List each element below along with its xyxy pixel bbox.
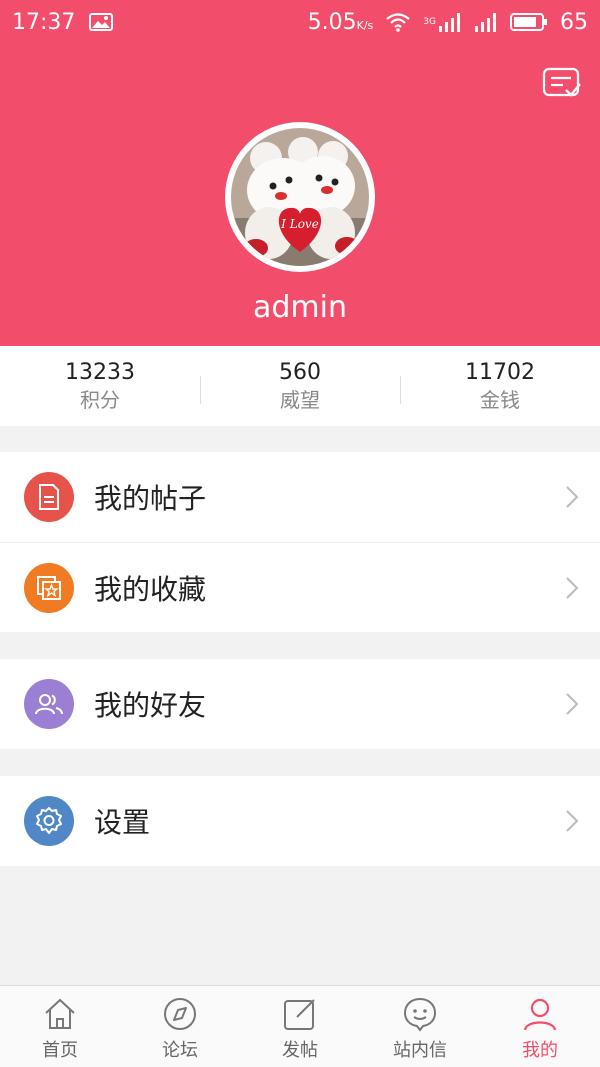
stat-value: 13233 bbox=[65, 360, 135, 385]
menu-label: 我的帖子 bbox=[94, 482, 207, 515]
chevron-right-icon bbox=[566, 693, 579, 715]
stats-bar: 13233 积分 560 威望 11702 金钱 bbox=[0, 346, 600, 426]
status-time: 17:37 bbox=[12, 9, 76, 35]
tab-forum[interactable]: 论坛 bbox=[120, 986, 240, 1067]
smiley-icon bbox=[403, 997, 437, 1032]
menu-item-my-favorites[interactable]: 我的收藏 bbox=[0, 542, 600, 632]
battery-icon bbox=[510, 12, 548, 32]
chevron-right-icon bbox=[566, 577, 579, 599]
tab-label: 首页 bbox=[42, 1040, 78, 1061]
stat-points[interactable]: 13233 积分 bbox=[0, 346, 200, 426]
sign-in-icon[interactable] bbox=[542, 66, 582, 102]
document-icon bbox=[24, 472, 74, 522]
tab-new-post[interactable]: 发帖 bbox=[240, 986, 360, 1067]
person-icon bbox=[523, 998, 557, 1031]
network-speed: 5.05K/s bbox=[307, 9, 374, 35]
wifi-icon bbox=[385, 12, 411, 32]
stat-money[interactable]: 11702 金钱 bbox=[400, 346, 600, 426]
image-notification-icon bbox=[89, 12, 114, 32]
menu-label: 我的收藏 bbox=[94, 572, 207, 606]
tab-messages[interactable]: 站内信 bbox=[360, 986, 480, 1067]
tab-mine[interactable]: 我的 bbox=[480, 986, 600, 1067]
compose-icon bbox=[284, 999, 315, 1030]
tab-label: 我的 bbox=[522, 1040, 558, 1061]
chevron-right-icon bbox=[566, 810, 579, 832]
menu-group-system: 设置 bbox=[0, 776, 600, 866]
stat-label: 威望 bbox=[280, 388, 320, 412]
compass-icon bbox=[164, 998, 196, 1030]
stat-value: 11702 bbox=[465, 360, 535, 385]
avatar[interactable]: I Love bbox=[225, 122, 375, 272]
teddy-bear-avatar-image: I Love bbox=[231, 128, 369, 266]
username: admin bbox=[253, 290, 347, 325]
menu-label: 我的好友 bbox=[94, 689, 207, 722]
menu-item-settings[interactable]: 设置 bbox=[0, 776, 600, 866]
chevron-right-icon bbox=[566, 486, 579, 508]
menu-label: 设置 bbox=[94, 806, 151, 839]
stat-value: 560 bbox=[279, 360, 321, 385]
menu-group-content: 我的帖子 我的收藏 bbox=[0, 452, 600, 632]
menu-item-my-friends[interactable]: 我的好友 bbox=[0, 659, 600, 749]
battery-level: 65 bbox=[560, 9, 588, 35]
star-icon bbox=[24, 562, 74, 613]
menu-item-my-posts[interactable]: 我的帖子 bbox=[0, 452, 600, 542]
stat-label: 金钱 bbox=[480, 388, 520, 412]
menu-group-social: 我的好友 bbox=[0, 659, 600, 749]
signal-icon bbox=[474, 12, 498, 32]
status-bar: 17:37 5.05K/s 3G 65 bbox=[0, 0, 600, 44]
stat-prestige[interactable]: 560 威望 bbox=[200, 346, 400, 426]
tab-home[interactable]: 首页 bbox=[0, 986, 120, 1067]
gear-icon bbox=[24, 796, 74, 846]
tab-label: 发帖 bbox=[282, 1040, 318, 1061]
tab-label: 站内信 bbox=[393, 1040, 447, 1061]
profile-header: I Love admin bbox=[0, 0, 600, 346]
home-icon bbox=[45, 998, 75, 1029]
svg-text:I Love: I Love bbox=[280, 217, 319, 231]
friends-icon bbox=[24, 679, 74, 729]
stat-label: 积分 bbox=[80, 388, 120, 412]
bottom-tab-bar: 首页 论坛 发帖 站内信 我的 bbox=[0, 985, 600, 1067]
tab-label: 论坛 bbox=[162, 1040, 198, 1061]
signal-3g-icon: 3G bbox=[423, 12, 462, 32]
